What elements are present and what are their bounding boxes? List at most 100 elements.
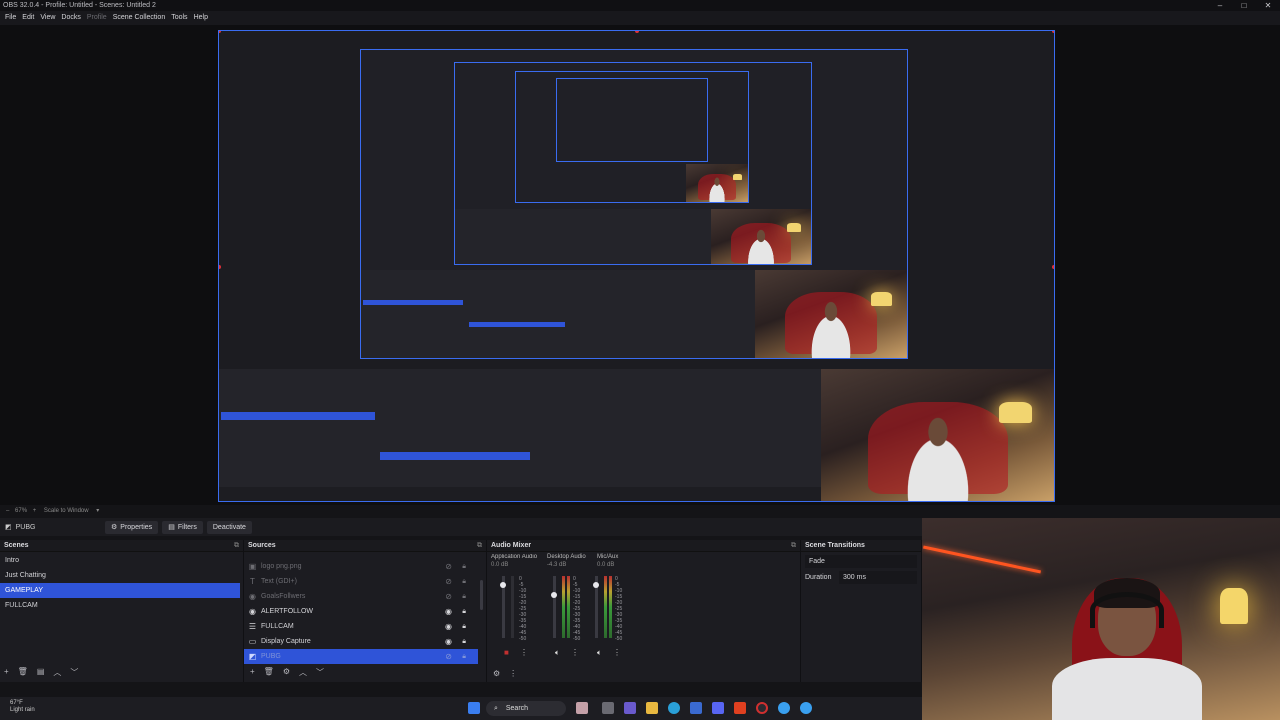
trash-icon[interactable]: 🗑 (18, 667, 28, 678)
file-explorer-icon[interactable] (646, 702, 658, 714)
app-icon[interactable] (778, 702, 790, 714)
menu-docks[interactable]: Docks (61, 11, 80, 25)
slider-knob[interactable] (593, 582, 599, 588)
edge-icon[interactable] (668, 702, 680, 714)
app-icon[interactable] (624, 702, 636, 714)
lock-icon[interactable]: 🔒︎ (462, 619, 466, 634)
kebab-menu-icon[interactable]: ⋮ (571, 648, 579, 657)
move-down-icon[interactable]: ﹀ (70, 667, 78, 678)
resize-handle[interactable] (635, 31, 639, 33)
menu-help[interactable]: Help (194, 11, 208, 25)
level-meter (567, 576, 570, 638)
undock-icon[interactable]: ⧉ (791, 540, 796, 552)
webcam-thumbnail (686, 164, 748, 202)
eye-icon[interactable]: ◉ (445, 604, 452, 619)
trash-icon[interactable]: 🗑 (264, 667, 274, 678)
kebab-menu-icon[interactable]: ⋮ (509, 669, 517, 678)
menu-view[interactable]: View (40, 11, 55, 25)
eye-hidden-icon[interactable]: ⊘ (445, 559, 452, 574)
unlock-icon[interactable]: 🔒︎ (462, 589, 466, 604)
kebab-menu-icon[interactable]: ⋮ (520, 648, 528, 657)
app-icon[interactable] (690, 702, 702, 714)
add-icon[interactable]: + (250, 667, 255, 678)
gear-icon[interactable]: ⚙ (493, 669, 500, 678)
scene-item-fullcam[interactable]: FULLCAM (0, 598, 243, 613)
eye-hidden-icon[interactable]: ⊘ (445, 589, 452, 604)
scene-item-gameplay[interactable]: GAMEPLAY (0, 583, 240, 598)
taskbar-search[interactable]: ⌕ Search (486, 701, 566, 716)
filters-button[interactable]: ▤ Filters (162, 520, 203, 534)
move-down-icon[interactable]: ﹀ (316, 667, 324, 678)
unlock-icon[interactable]: 🔒︎ (462, 559, 466, 574)
eye-icon[interactable]: ◉ (445, 619, 452, 634)
source-item[interactable]: T Text (GDI+) ⊘ 🔒︎ (244, 574, 478, 589)
source-item[interactable]: ☰ FULLCAM ◉ 🔒︎ (244, 619, 478, 634)
brave-icon[interactable] (734, 702, 746, 714)
scene-item-just-chatting[interactable]: Just Chatting (0, 568, 243, 583)
flag-icon[interactable] (576, 702, 588, 714)
duration-input[interactable]: 300 ms (839, 571, 917, 584)
eye-hidden-icon[interactable]: ⊘ (445, 649, 452, 664)
windows-start-icon[interactable] (468, 702, 480, 714)
deactivate-button[interactable]: Deactivate (206, 520, 252, 534)
source-item[interactable]: ◉ GoalsFollwers ⊘ 🔒︎ (244, 589, 478, 604)
move-up-icon[interactable]: ︿ (53, 667, 61, 678)
speaker-icon[interactable]: 🔈︎ (555, 648, 560, 658)
slider-knob[interactable] (500, 582, 506, 588)
filter-icon: ▤ (168, 524, 175, 531)
preview-canvas[interactable] (218, 30, 1055, 502)
menu-edit[interactable]: Edit (22, 11, 34, 25)
scale-mode[interactable]: Scale to Window (44, 508, 89, 514)
resize-handle[interactable] (1052, 265, 1054, 269)
resize-handle[interactable] (1052, 31, 1054, 33)
menu-bar: File Edit View Docks Profile Scene Colle… (0, 11, 1280, 25)
scrollbar[interactable] (480, 580, 483, 610)
nested-docks (361, 270, 755, 358)
discord-icon[interactable] (712, 702, 724, 714)
obs-icon[interactable] (756, 702, 768, 714)
speaker-muted-icon[interactable]: ■ (504, 648, 509, 657)
unlock-icon[interactable]: 🔒︎ (462, 574, 466, 589)
zoom-minus-icon[interactable]: – (6, 508, 9, 514)
resize-handle[interactable] (219, 265, 221, 269)
add-icon[interactable]: + (4, 667, 9, 678)
unlock-icon[interactable]: 🔒︎ (462, 649, 466, 664)
source-item[interactable]: ▣ logo png.png ⊘ 🔒︎ (244, 559, 478, 574)
zoom-plus-icon[interactable]: + (33, 508, 37, 514)
app-icon[interactable] (800, 702, 812, 714)
source-item[interactable]: ◉ ALERTFOLLOW ◉ 🔒︎ (244, 604, 478, 619)
source-item[interactable]: ▭ Display Capture ◉ 🔒︎ (244, 634, 478, 649)
close-icon[interactable]: ✕ (1256, 0, 1280, 11)
unlock-icon[interactable]: 🔒︎ (462, 634, 466, 649)
transition-select[interactable]: Fade (805, 555, 917, 568)
properties-button[interactable]: ⚙ Properties (105, 520, 159, 534)
volume-slider[interactable] (553, 576, 556, 638)
source-item-selected[interactable]: ◩ PUBG ⊘ 🔒︎ (244, 649, 478, 664)
channel-name: Desktop Audio (547, 554, 586, 560)
weather-widget[interactable]: 67°F Light rain (10, 700, 35, 714)
gear-icon[interactable]: ⚙ (283, 667, 290, 678)
weather-status: Light rain (10, 707, 35, 713)
scene-item-intro[interactable]: Intro (0, 553, 243, 568)
eye-icon[interactable]: ◉ (445, 634, 452, 649)
slider-knob[interactable] (551, 592, 557, 598)
maximize-icon[interactable]: □ (1232, 0, 1256, 11)
lock-icon[interactable]: 🔒︎ (462, 604, 466, 619)
minimize-icon[interactable]: – (1208, 0, 1232, 11)
menu-tools[interactable]: Tools (171, 11, 187, 25)
task-view-icon[interactable] (602, 702, 614, 714)
menu-file[interactable]: File (5, 11, 16, 25)
move-up-icon[interactable]: ︿ (299, 667, 307, 678)
eye-hidden-icon[interactable]: ⊘ (445, 574, 452, 589)
resize-handle[interactable] (219, 31, 221, 33)
filter-icon[interactable]: ▤ (37, 667, 45, 678)
kebab-menu-icon[interactable]: ⋮ (613, 648, 621, 657)
speaker-icon[interactable]: 🔈︎ (597, 648, 602, 658)
menu-profile[interactable]: Profile (87, 11, 107, 25)
webcam-feed (922, 518, 1280, 720)
undock-icon[interactable]: ⧉ (234, 540, 239, 552)
mixer-channel: Application Audio 0.0 dB (491, 554, 537, 568)
menu-scene-collection[interactable]: Scene Collection (113, 11, 166, 25)
undock-icon[interactable]: ⧉ (477, 540, 482, 552)
chevron-down-icon[interactable]: ▾ (96, 508, 99, 514)
